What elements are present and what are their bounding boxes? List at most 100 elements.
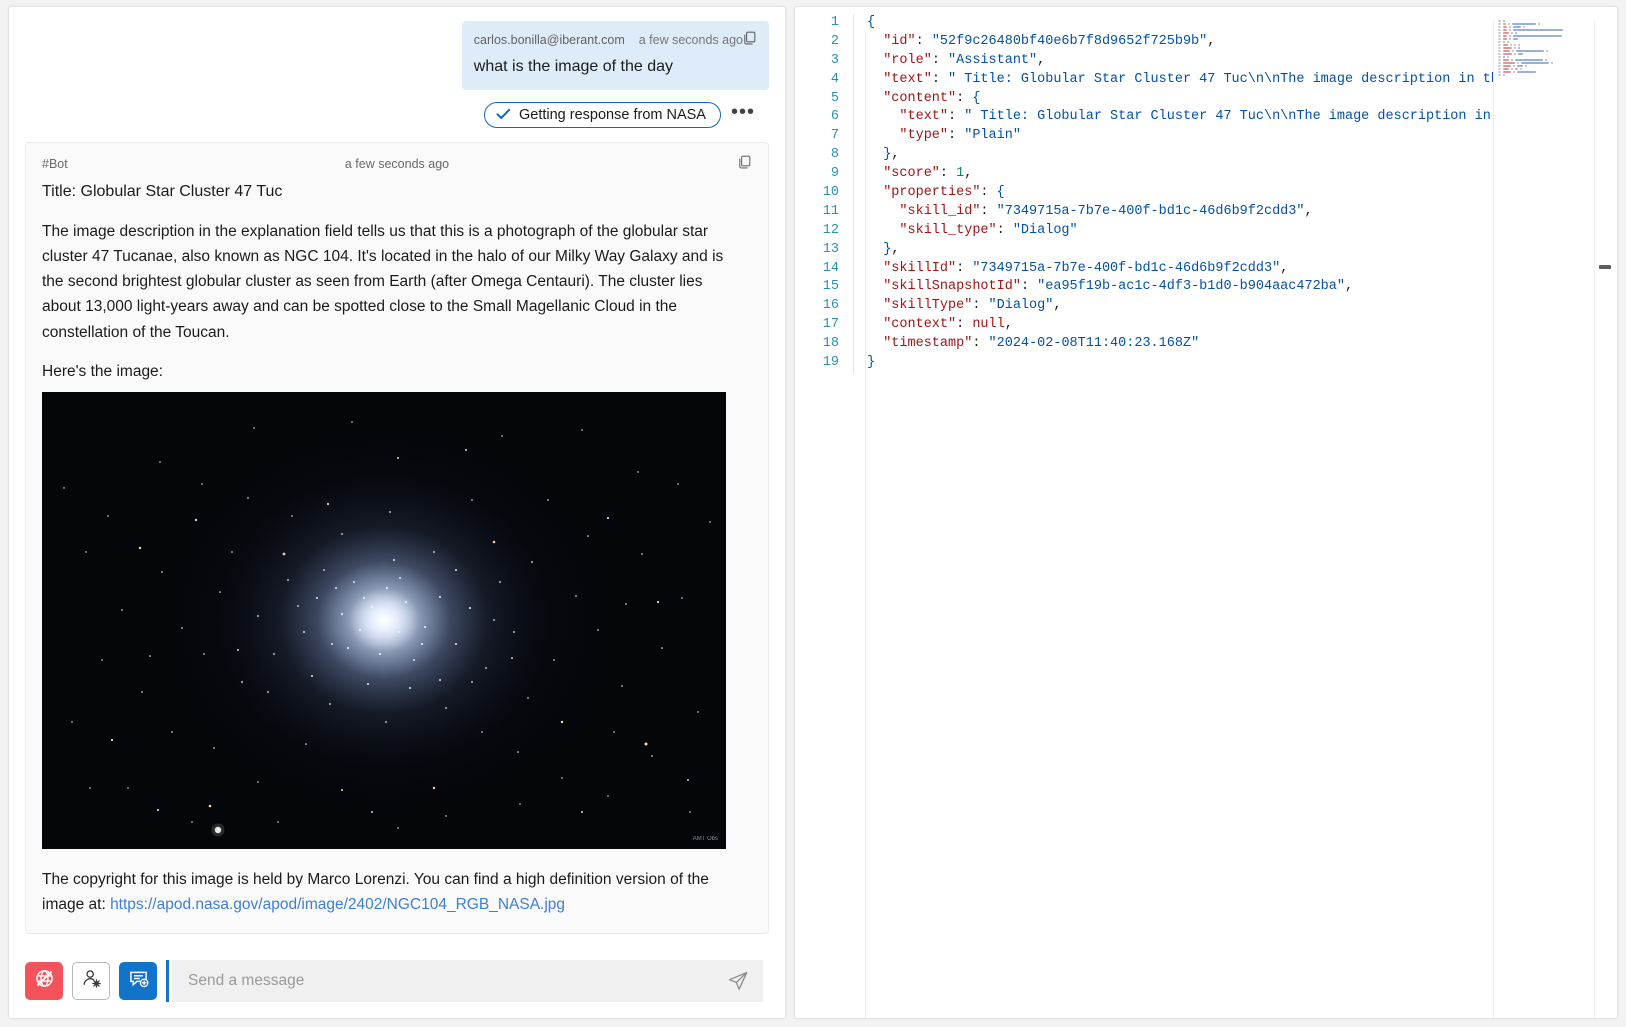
line-number: 14 <box>822 260 839 276</box>
code-line-content: "id": "52f9c26480bf40e6b7f8d9652f725b9b"… <box>883 33 1216 49</box>
apod-image-link[interactable]: https://apod.nasa.gov/apod/image/2402/NG… <box>110 896 565 913</box>
code-line-content: }, <box>883 241 900 257</box>
gutter-divider <box>853 221 854 241</box>
line-number: 17 <box>822 317 839 333</box>
line-number: 16 <box>822 298 839 314</box>
gutter-divider <box>853 89 854 109</box>
user-message-timestamp: a few seconds ago <box>638 33 743 47</box>
code-line-content: "timestamp": "2024-02-08T11:40:23.168Z" <box>883 336 1200 352</box>
status-badge-getting-response[interactable]: Getting response from NASA <box>484 101 721 128</box>
code-line-content: "text": " Title: Globular Star Cluster 4… <box>899 109 1508 125</box>
gutter-divider <box>853 354 854 373</box>
gutter-divider <box>853 70 854 90</box>
bot-message-lead-in: Here's the image: <box>42 362 163 380</box>
line-number: 10 <box>822 185 839 201</box>
code-line-content: { <box>867 15 876 30</box>
code-minimap[interactable] <box>1493 19 1595 1018</box>
gutter-divider <box>853 202 854 222</box>
line-number: 1 <box>830 15 839 30</box>
code-line-content: "skill_id": "7349715a-7b7e-400f-bd1c-46d… <box>899 203 1313 219</box>
line-number: 13 <box>822 241 839 257</box>
line-number: 8 <box>830 147 839 163</box>
line-number: 3 <box>830 52 839 68</box>
bot-message-title: Title: Globular Star Cluster 47 Tuc <box>42 182 283 200</box>
bot-message-meta: #Bot a few seconds ago <box>42 155 752 173</box>
horizontal-scrollbar[interactable] <box>795 1008 1493 1018</box>
user-settings-button[interactable] <box>72 962 110 1000</box>
line-number: 11 <box>822 203 839 219</box>
message-input-wrapper[interactable] <box>166 960 763 1002</box>
gutter-divider <box>853 297 854 317</box>
code-line-content: "skill_type": "Dialog" <box>899 222 1078 238</box>
line-number: 19 <box>822 355 839 371</box>
bot-message-card: #Bot a few seconds ago Title: Globular S… <box>25 141 769 935</box>
person-gear-icon <box>81 968 102 994</box>
cluster-core-glow <box>169 430 599 811</box>
code-line-content: "skillType": "Dialog", <box>883 298 1062 314</box>
message-composer <box>9 944 785 1018</box>
line-number: 9 <box>830 166 839 182</box>
line-number: 5 <box>830 90 839 106</box>
message-overflow-menu-button[interactable]: ••• <box>731 102 755 123</box>
line-number: 15 <box>822 279 839 295</box>
line-number: 4 <box>830 71 839 87</box>
gutter-divider <box>853 51 854 71</box>
line-number: 7 <box>830 128 839 144</box>
bot-message-paragraph: The image description in the explanation… <box>42 222 724 341</box>
new-conversation-button[interactable] <box>119 962 157 1000</box>
code-line-content: "role": "Assistant", <box>883 52 1046 68</box>
app-root: carlos.bonilla@iberant.com a few seconds… <box>0 0 1626 1027</box>
bot-message-copyright: The copyright for this image is held by … <box>42 867 732 917</box>
vertical-scrollbar[interactable] <box>1599 7 1611 1018</box>
json-viewer-panel: 1 {2 "id": "52f9c26480bf40e6b7f8d9652f725… <box>794 6 1618 1019</box>
gutter-divider <box>853 316 854 336</box>
code-line-content: "context": null, <box>883 317 1013 333</box>
globe-slash-icon <box>34 968 55 994</box>
code-line-content: "properties": { <box>883 185 1005 201</box>
copy-icon[interactable] <box>743 31 757 49</box>
message-input[interactable] <box>186 971 727 991</box>
gutter-divider <box>853 259 854 279</box>
chat-panel: carlos.bonilla@iberant.com a few seconds… <box>8 6 786 1019</box>
gutter-divider <box>853 146 854 166</box>
user-message-bubble: carlos.bonilla@iberant.com a few seconds… <box>461 21 769 90</box>
code-line-content: "skillId": "7349715a-7b7e-400f-bd1c-46d6… <box>883 260 1289 276</box>
code-line-content: "content": { <box>883 90 981 106</box>
code-line-content: "text": " Title: Globular Star Cluster 4… <box>883 71 1508 87</box>
send-icon[interactable] <box>727 970 749 992</box>
bot-message-author: #Bot <box>42 156 68 171</box>
copy-icon[interactable] <box>738 155 752 173</box>
gutter-divider <box>853 127 854 147</box>
image-watermark: AMT Obs <box>692 835 718 842</box>
gutter-divider <box>853 335 854 355</box>
status-badge-label: Getting response from NASA <box>519 106 706 123</box>
check-icon <box>496 108 511 122</box>
user-message-text: what is the image of the day <box>473 58 674 75</box>
gutter-divider <box>853 184 854 203</box>
apod-image[interactable]: AMT Obs <box>42 391 726 849</box>
disconnect-button[interactable] <box>25 962 63 1000</box>
vertical-scrollbar-thumb[interactable] <box>1599 265 1611 269</box>
code-line-content: "score": 1, <box>883 166 973 182</box>
user-message-row: carlos.bonilla@iberant.com a few seconds… <box>25 21 769 90</box>
gutter-divider <box>853 165 854 185</box>
user-message-meta: carlos.bonilla@iberant.com a few seconds… <box>474 31 757 49</box>
response-status-row: Getting response from NASA ••• <box>25 101 769 128</box>
code-line-content: }, <box>883 147 900 163</box>
chat-message-list[interactable]: carlos.bonilla@iberant.com a few seconds… <box>9 7 785 944</box>
line-number: 12 <box>822 222 839 238</box>
line-number: 2 <box>830 33 839 49</box>
gutter-divider <box>853 278 854 298</box>
gutter-divider <box>853 32 854 52</box>
chat-plus-icon <box>128 968 149 994</box>
code-line-content: "type": "Plain" <box>899 128 1021 144</box>
user-message-author: carlos.bonilla@iberant.com <box>473 33 625 47</box>
line-number: 6 <box>830 109 839 125</box>
indent-guide <box>865 31 866 1018</box>
gutter-divider <box>853 14 854 33</box>
gutter-divider <box>853 240 854 260</box>
code-line-content: } <box>867 355 876 371</box>
code-line-content: "skillSnapshotId": "ea95f19b-ac1c-4df3-b… <box>883 279 1354 295</box>
line-number: 18 <box>822 336 839 352</box>
minimap-line <box>1494 73 1594 76</box>
